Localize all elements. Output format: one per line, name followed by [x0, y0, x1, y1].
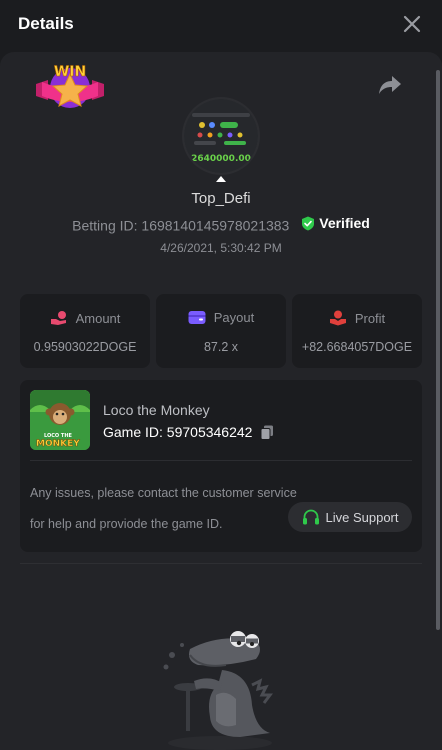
share-icon[interactable]	[378, 74, 402, 96]
verified-badge: Verified	[301, 215, 370, 231]
section-divider	[20, 563, 422, 564]
avatar-screenshot-icon: 2640000.00	[184, 99, 258, 173]
live-support-button[interactable]: Live Support	[288, 502, 412, 532]
verified-label: Verified	[319, 215, 370, 231]
game-name[interactable]: Loco the Monkey	[103, 402, 210, 418]
wallet-icon	[188, 311, 206, 324]
stat-label-amount: Amount	[75, 310, 121, 326]
money-hand-icon	[50, 311, 66, 325]
copy-icon[interactable]	[260, 425, 274, 440]
game-thumbnail[interactable]: LOCO THE MONKEY	[30, 390, 90, 450]
game-id: Game ID: 59705346242	[103, 424, 253, 440]
stat-payout: Payout 87.2 x	[156, 294, 286, 368]
crocodile-mascot-icon	[163, 631, 273, 750]
stat-profit: Profit +82.6684057DOGE	[292, 294, 422, 368]
stat-value-amount: 0.95903022DOGE	[33, 340, 137, 354]
thumb-caption-bottom: MONKEY	[36, 439, 80, 449]
page-title: Details	[18, 14, 74, 33]
username: Top_Defi	[191, 190, 251, 207]
avatar-amount: 2640000.00	[191, 154, 251, 164]
betting-id-row: Betting ID: 1698140145978021383 Verified	[0, 215, 442, 234]
game-id-row: Game ID: 59705346242	[103, 424, 274, 440]
bet-datetime: 4/26/2021, 5:30:42 PM	[160, 241, 282, 255]
win-badge-icon: WIN	[36, 64, 104, 108]
badge-label: WIN	[54, 64, 86, 80]
monkey-game-icon: LOCO THE MONKEY	[30, 390, 90, 450]
profit-hand-icon	[329, 310, 346, 326]
card-divider	[30, 460, 412, 461]
scrollbar[interactable]	[436, 70, 440, 630]
stat-amount: Amount 0.95903022DOGE	[20, 294, 150, 368]
betting-id: Betting ID: 1698140145978021383	[72, 217, 290, 234]
stat-value-payout: 87.2 x	[203, 340, 239, 354]
avatar-pointer	[216, 176, 226, 182]
game-card: LOCO THE MONKEY Loco the Monkey Game ID:…	[20, 380, 422, 552]
stat-label-profit: Profit	[354, 310, 386, 326]
avatar[interactable]: 2640000.00	[184, 99, 258, 173]
live-support-label: Live Support	[325, 509, 399, 525]
close-icon[interactable]	[400, 12, 424, 36]
stat-value-profit: +82.6684057DOGE	[301, 340, 413, 354]
header: Details	[0, 0, 442, 50]
headset-icon	[302, 509, 319, 524]
stat-label-payout: Payout	[213, 310, 255, 325]
support-text: Any issues, please contact the customer …	[30, 486, 297, 531]
shield-check-icon	[302, 216, 315, 230]
